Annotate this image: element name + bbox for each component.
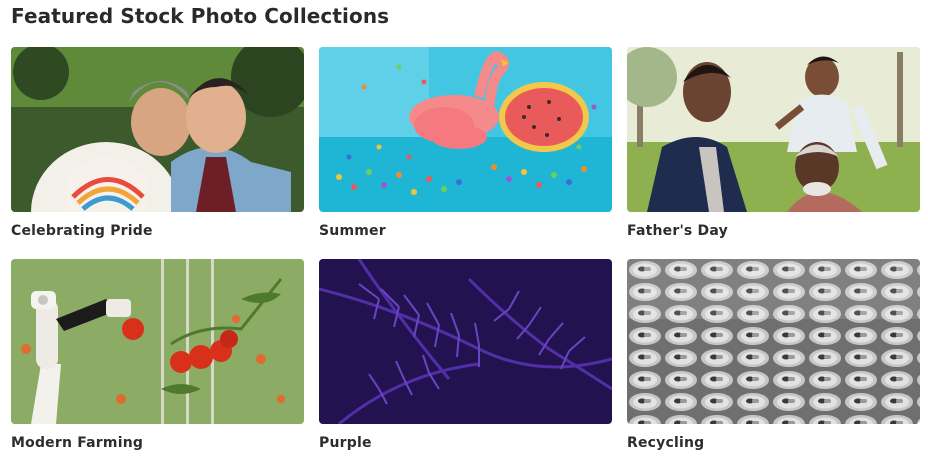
robot-tomato-photo[interactable] (11, 259, 304, 424)
pool-floats-photo[interactable] (319, 47, 612, 212)
collection-card-celebrating-pride[interactable]: Celebrating Pride (11, 47, 304, 259)
page: Featured Stock Photo Collections Celebra… (0, 0, 928, 465)
collection-label[interactable]: Modern Farming (11, 435, 304, 451)
collection-card-fathers-day[interactable]: Father's Day (627, 47, 920, 259)
collection-label[interactable]: Summer (319, 223, 612, 239)
fathers-day-photo[interactable] (627, 47, 920, 212)
pride-couple-photo[interactable] (11, 47, 304, 212)
collection-label[interactable]: Recycling (627, 435, 920, 451)
collection-label[interactable]: Purple (319, 435, 612, 451)
purple-fern-photo[interactable] (319, 259, 612, 424)
aluminum-cans-photo[interactable] (627, 259, 920, 424)
collection-grid: Celebrating Pride Summer Father's Day Mo… (11, 47, 920, 471)
section-title: Featured Stock Photo Collections (11, 4, 390, 28)
collection-card-summer[interactable]: Summer (319, 47, 612, 259)
collection-card-recycling[interactable]: Recycling (627, 259, 920, 471)
collection-label[interactable]: Father's Day (627, 223, 920, 239)
collection-card-modern-farming[interactable]: Modern Farming (11, 259, 304, 471)
collection-card-purple[interactable]: Purple (319, 259, 612, 471)
collection-label[interactable]: Celebrating Pride (11, 223, 304, 239)
